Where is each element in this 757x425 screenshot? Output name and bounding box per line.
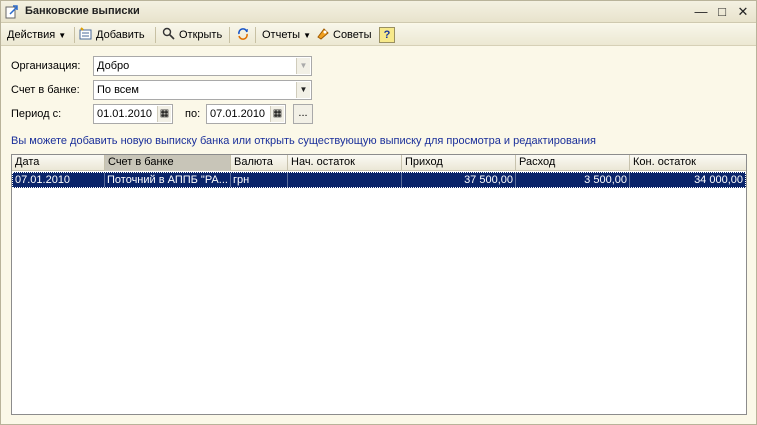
help-icon[interactable]: ? bbox=[379, 27, 395, 43]
chevron-down-icon: ▼ bbox=[303, 31, 312, 40]
period-to-label: по: bbox=[185, 108, 201, 120]
toolbar-divider bbox=[155, 27, 156, 43]
lightbulb-icon bbox=[317, 28, 329, 40]
minimize-icon[interactable]: — bbox=[692, 3, 710, 21]
period-to-field[interactable]: 07.01.2010 ▦ bbox=[206, 104, 286, 124]
period-from-field[interactable]: 01.01.2010 ▦ bbox=[93, 104, 173, 124]
open-label: Открыть bbox=[179, 29, 223, 41]
cell-expense: 3 500,00 bbox=[516, 173, 630, 187]
hint-text: Вы можете добавить новую выписку банка и… bbox=[11, 135, 596, 147]
toolbar-divider bbox=[74, 27, 75, 43]
calendar-icon[interactable]: ▦ bbox=[270, 106, 284, 122]
toolbar-divider bbox=[255, 27, 256, 43]
bank-statements-window: Банковские выписки — □ ✕ Действия ▼ Доба… bbox=[0, 0, 757, 425]
cell-currency: грн bbox=[231, 173, 288, 187]
column-header-expense[interactable]: Расход bbox=[516, 155, 630, 171]
period-from-value: 01.01.2010 bbox=[97, 108, 153, 120]
cell-closing-balance: 34 000,00 bbox=[694, 174, 743, 186]
column-header-bank-account[interactable]: Счет в банке bbox=[105, 155, 231, 171]
actions-menu[interactable]: Действия ▼ bbox=[7, 26, 66, 44]
window-title: Банковские выписки bbox=[25, 5, 140, 17]
table-header: Дата Счет в банке Валюта Нач. остаток Пр… bbox=[12, 155, 746, 171]
column-header-currency[interactable]: Валюта bbox=[231, 155, 288, 171]
actions-label: Действия bbox=[7, 29, 56, 41]
chevron-down-icon[interactable]: ▼ bbox=[296, 58, 310, 74]
table-row[interactable]: 07.01.2010 Поточний в АППБ "РА... грн 37… bbox=[12, 172, 746, 188]
search-icon bbox=[162, 27, 175, 40]
close-icon[interactable]: ✕ bbox=[734, 3, 752, 21]
add-label: Добавить bbox=[96, 29, 145, 41]
toolbar: Действия ▼ Добавить Открыть Отчеты ▼ Сов… bbox=[1, 24, 756, 46]
title-bar: Банковские выписки — □ ✕ bbox=[1, 1, 756, 23]
column-header-closing-balance[interactable]: Кон. остаток bbox=[630, 155, 746, 171]
toolbar-divider bbox=[229, 27, 230, 43]
maximize-icon[interactable]: □ bbox=[713, 3, 731, 21]
chevron-down-icon: ▼ bbox=[58, 31, 67, 40]
bank-account-label: Счет в банке: bbox=[11, 84, 80, 96]
refresh-button[interactable] bbox=[236, 26, 253, 44]
organization-field[interactable]: Добро ▼ bbox=[93, 56, 312, 76]
cell-opening-balance bbox=[288, 173, 402, 187]
period-select-button[interactable]: ... bbox=[293, 104, 313, 124]
cell-bank-account: Поточний в АППБ "РА... bbox=[105, 173, 231, 187]
tips-label: Советы bbox=[333, 29, 372, 41]
organization-label: Организация: bbox=[11, 60, 81, 72]
cell-income: 37 500,00 bbox=[402, 173, 516, 187]
reports-menu[interactable]: Отчеты ▼ bbox=[262, 26, 311, 44]
period-from-label: Период с: bbox=[11, 108, 62, 120]
reports-label: Отчеты bbox=[262, 29, 301, 41]
calendar-icon[interactable]: ▦ bbox=[157, 106, 171, 122]
column-header-income[interactable]: Приход bbox=[402, 155, 516, 171]
document-icon bbox=[5, 5, 18, 19]
open-button[interactable]: Открыть bbox=[162, 26, 222, 44]
chevron-down-icon[interactable]: ▼ bbox=[296, 82, 310, 98]
period-to-value: 07.01.2010 bbox=[210, 108, 266, 120]
column-header-date[interactable]: Дата bbox=[12, 155, 105, 171]
organization-value: Добро bbox=[97, 60, 130, 72]
add-document-icon bbox=[79, 27, 92, 40]
column-header-opening-balance[interactable]: Нач. остаток bbox=[288, 155, 402, 171]
statements-table[interactable]: Дата Счет в банке Валюта Нач. остаток Пр… bbox=[11, 154, 747, 415]
refresh-icon bbox=[238, 28, 248, 40]
cell-date: 07.01.2010 bbox=[13, 173, 105, 187]
tips-button[interactable]: Советы bbox=[316, 26, 371, 44]
bank-account-value: По всем bbox=[97, 84, 139, 96]
bank-account-field[interactable]: По всем ▼ bbox=[93, 80, 312, 100]
add-button[interactable]: Добавить bbox=[79, 26, 145, 44]
